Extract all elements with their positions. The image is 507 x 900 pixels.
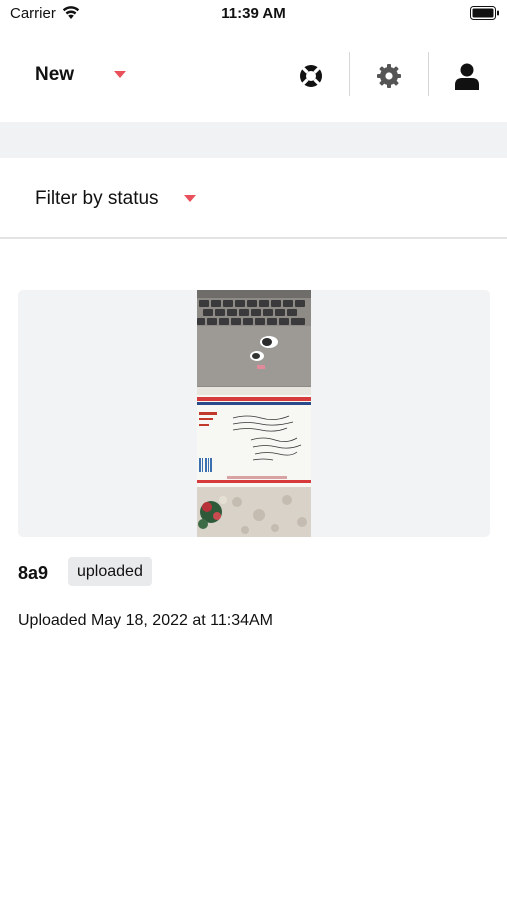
clock: 11:39 AM — [221, 5, 286, 22]
chevron-down-icon[interactable] — [184, 195, 196, 202]
divider — [349, 52, 350, 96]
user-icon — [455, 63, 479, 90]
lifebuoy-icon — [300, 65, 322, 87]
item-card[interactable] — [18, 290, 490, 537]
settings-button[interactable] — [371, 58, 407, 94]
item-id[interactable]: 8a9 — [18, 563, 48, 584]
help-button[interactable] — [293, 58, 329, 94]
account-button[interactable] — [449, 58, 485, 94]
filter-bar[interactable]: Filter by status — [0, 158, 507, 239]
package-photo[interactable] — [197, 290, 311, 537]
status-selector-label[interactable]: New — [35, 64, 74, 86]
status-badge: uploaded — [68, 557, 152, 586]
section-spacer — [0, 122, 507, 158]
divider — [428, 52, 429, 96]
status-bar: Carrier 11:39 AM — [0, 0, 507, 28]
filter-by-status-label[interactable]: Filter by status — [35, 188, 159, 210]
uploaded-timestamp: Uploaded May 18, 2022 at 11:34AM — [18, 612, 273, 629]
chevron-down-icon[interactable] — [114, 71, 126, 78]
battery-icon — [470, 6, 499, 20]
top-navigation: New — [0, 28, 507, 122]
gear-icon — [377, 64, 401, 88]
package-thumbnail — [197, 290, 311, 537]
